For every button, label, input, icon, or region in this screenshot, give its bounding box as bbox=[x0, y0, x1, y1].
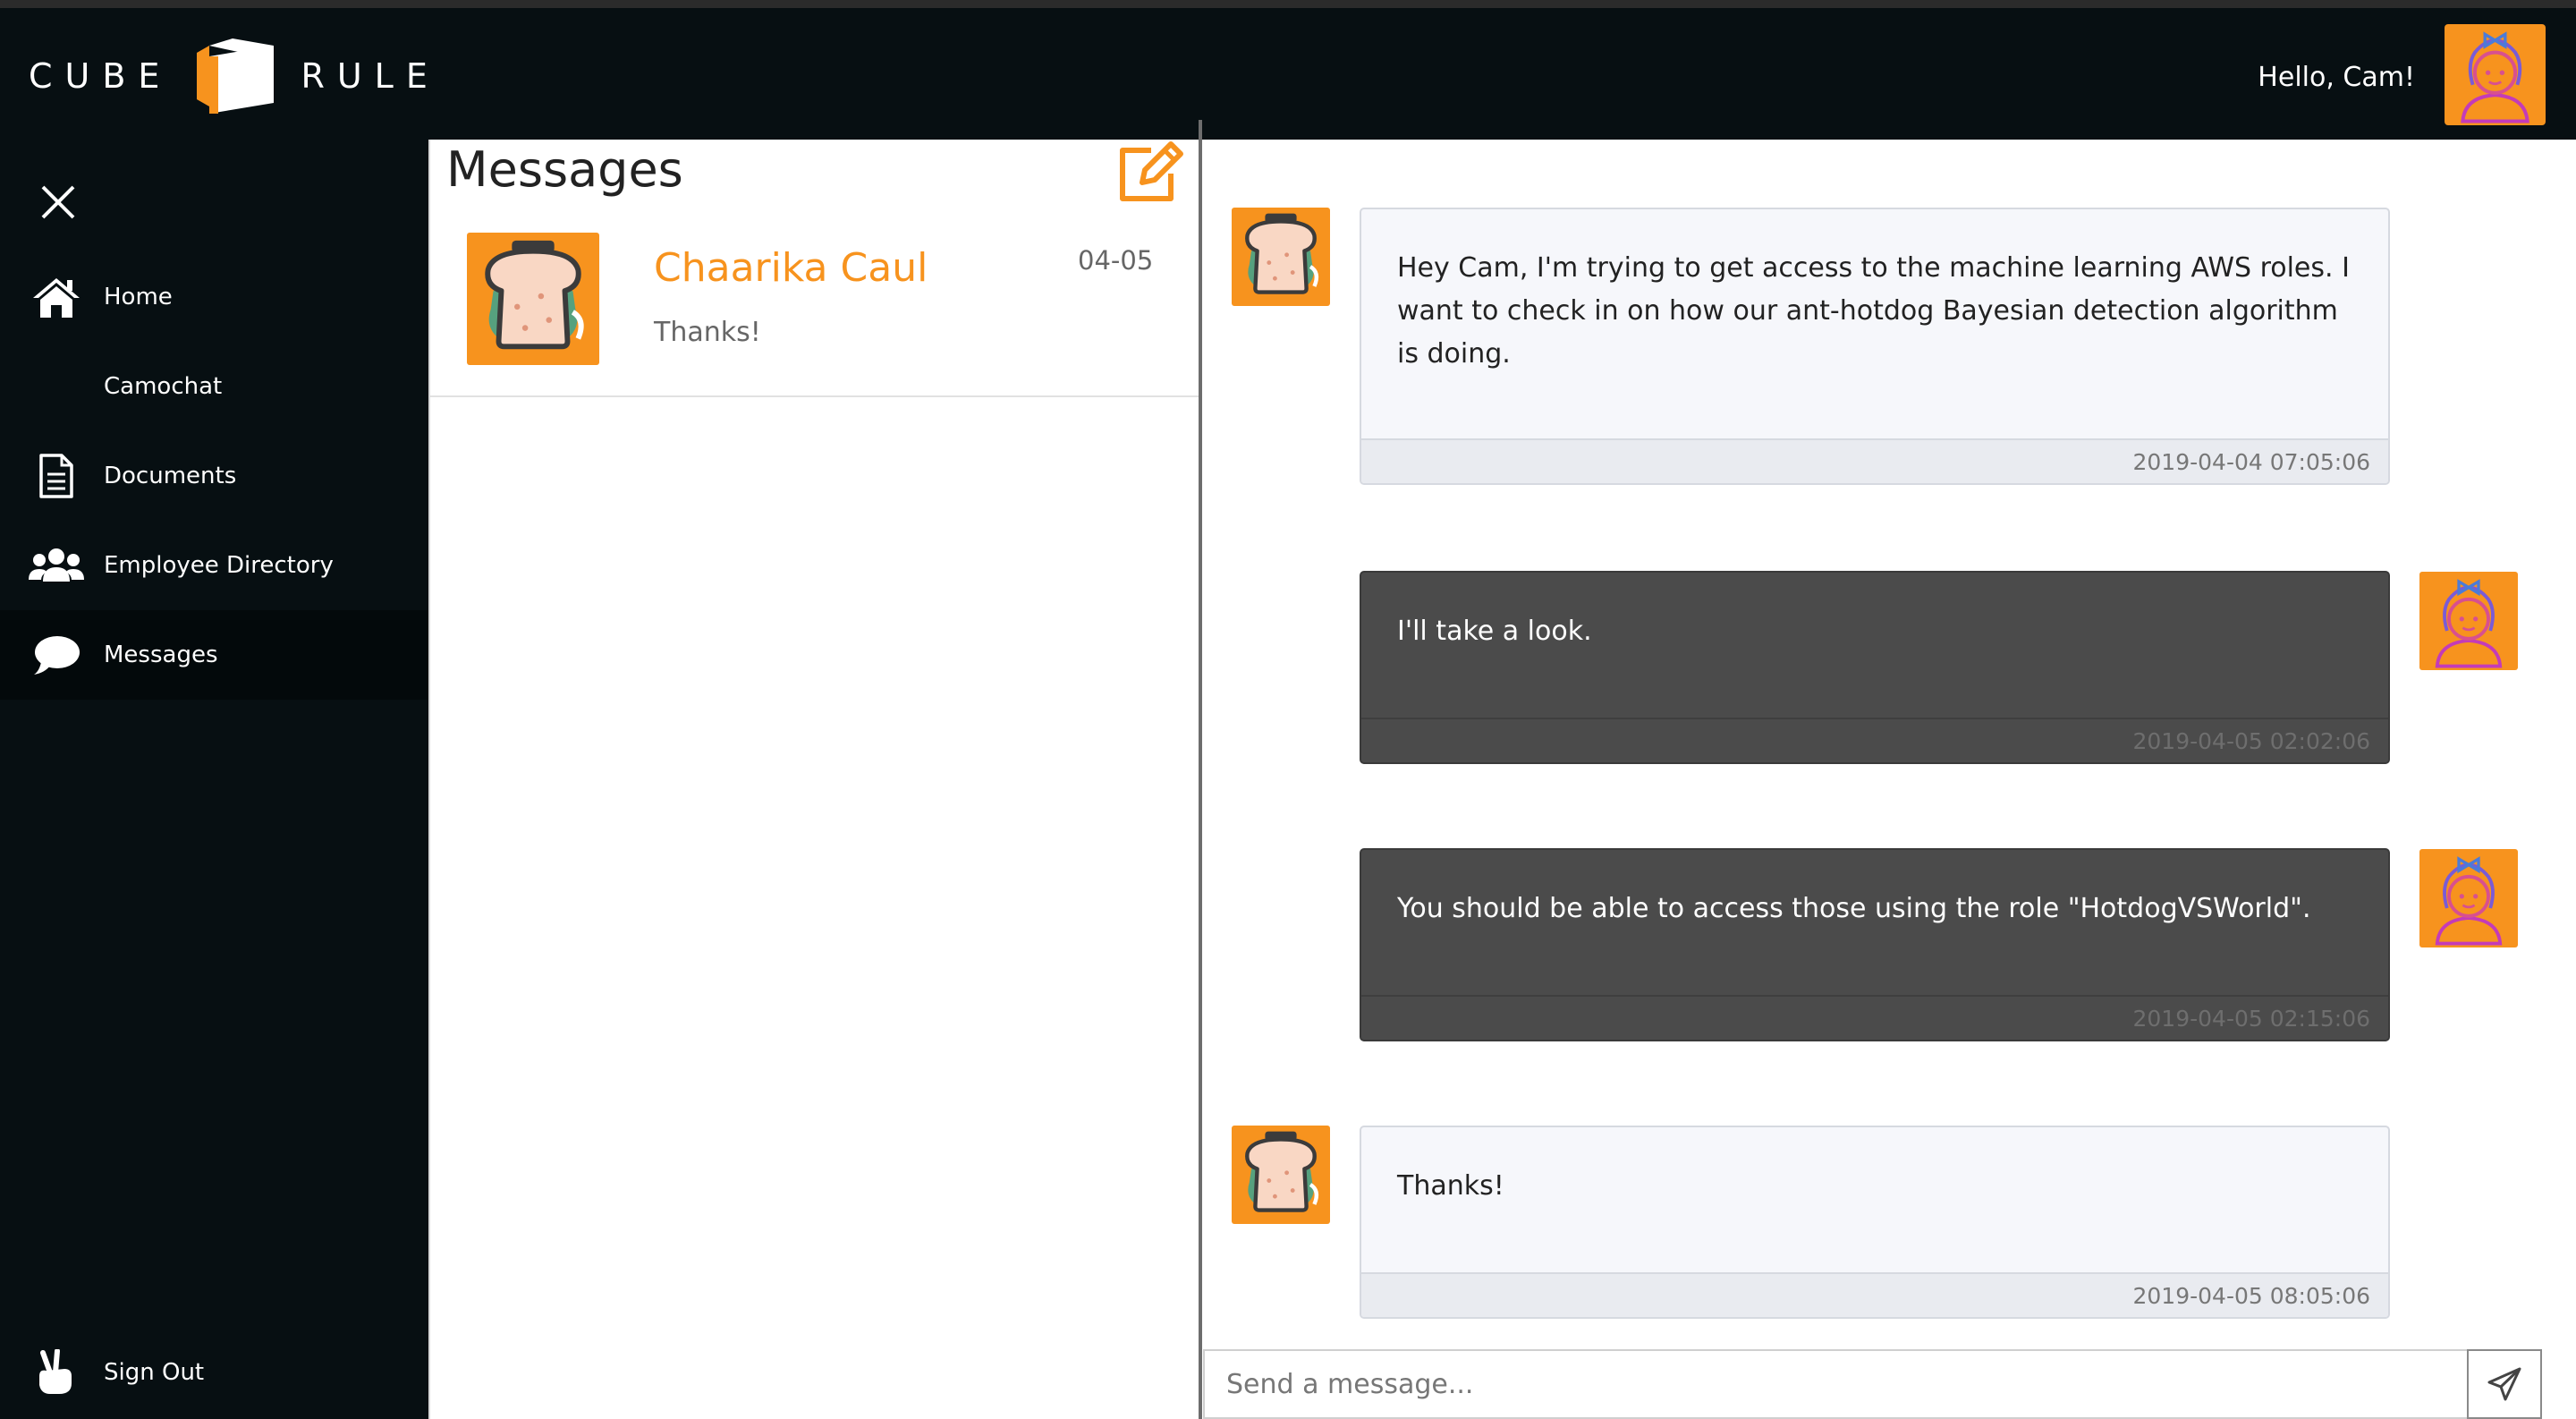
cube-logo-icon bbox=[197, 38, 275, 114]
chat-panel: Hey Cam, I'm trying to get access to the… bbox=[1202, 140, 2576, 1419]
toast-avatar-icon bbox=[467, 233, 599, 365]
sender-avatar bbox=[1232, 208, 1330, 306]
top-bar: CUBE RULE Hello, Cam! bbox=[0, 8, 2576, 140]
conversation-preview: Thanks! bbox=[654, 317, 761, 348]
message-timestamp: 2019-04-05 08:05:06 bbox=[1361, 1272, 2388, 1317]
sidebar-item-label: Documents bbox=[104, 463, 237, 489]
sidebar-item-home[interactable]: Home bbox=[0, 252, 428, 342]
sign-out-button[interactable]: Sign Out bbox=[0, 1328, 428, 1417]
user-message-avatar bbox=[2419, 849, 2518, 947]
close-sidebar-button[interactable] bbox=[36, 180, 80, 225]
sign-out-label: Sign Out bbox=[104, 1359, 205, 1386]
brand-logo[interactable]: CUBE RULE bbox=[29, 38, 440, 114]
close-icon bbox=[41, 185, 75, 219]
girl-avatar-icon bbox=[2419, 849, 2518, 947]
paper-plane-icon bbox=[2487, 1367, 2521, 1401]
page-title: Messages bbox=[446, 141, 683, 198]
messages-list-panel: Messages Chaarika Caul 04-05 Thanks! bbox=[428, 140, 1199, 1419]
message-timestamp: 2019-04-05 02:15:06 bbox=[1361, 995, 2388, 1040]
brand-right-word: RULE bbox=[301, 56, 440, 96]
girl-avatar-icon bbox=[2419, 572, 2518, 670]
message-text: I'll take a look. bbox=[1397, 616, 1592, 647]
message-text: You should be able to access those using… bbox=[1397, 893, 2311, 924]
window-top-strip bbox=[0, 0, 2576, 8]
sender-avatar bbox=[1232, 1126, 1330, 1224]
edit-icon bbox=[1120, 141, 1183, 201]
compose-message-button[interactable] bbox=[1115, 140, 1187, 204]
user-greeting: Hello, Cam! bbox=[2258, 62, 2415, 93]
toast-avatar-icon bbox=[1232, 1126, 1330, 1224]
message-bubble-outgoing: I'll take a look. 2019-04-05 02:02:06 bbox=[1360, 571, 2390, 764]
toast-avatar-icon bbox=[1232, 208, 1330, 306]
user-message-avatar bbox=[2419, 572, 2518, 670]
sidebar-item-label: Employee Directory bbox=[104, 552, 334, 579]
sidebar: Home Camochat Documents Employee Directo… bbox=[0, 140, 428, 1419]
message-bubble-incoming: Hey Cam, I'm trying to get access to the… bbox=[1360, 208, 2390, 485]
conversation-name: Chaarika Caul bbox=[654, 245, 928, 291]
message-text: Thanks! bbox=[1397, 1170, 1504, 1202]
message-bubble-incoming: Thanks! 2019-04-05 08:05:06 bbox=[1360, 1126, 2390, 1319]
message-input[interactable] bbox=[1205, 1351, 2467, 1417]
sidebar-item-label: Camochat bbox=[104, 373, 223, 400]
sidebar-item-label: Home bbox=[104, 284, 173, 310]
conversation-date: 04-05 bbox=[1078, 245, 1154, 276]
document-icon bbox=[29, 451, 84, 501]
message-text: Hey Cam, I'm trying to get access to the… bbox=[1397, 252, 2350, 370]
message-timestamp: 2019-04-05 02:02:06 bbox=[1361, 718, 2388, 762]
sidebar-item-documents[interactable]: Documents bbox=[0, 431, 428, 521]
users-icon bbox=[29, 540, 84, 591]
send-button[interactable] bbox=[2467, 1349, 2542, 1419]
message-composer bbox=[1203, 1349, 2469, 1419]
peace-hand-icon bbox=[29, 1347, 84, 1398]
sidebar-item-camochat[interactable]: Camochat bbox=[0, 342, 428, 431]
brand-left-word: CUBE bbox=[29, 56, 173, 96]
user-avatar[interactable] bbox=[2445, 24, 2546, 125]
sidebar-item-label: Messages bbox=[104, 642, 218, 668]
chat-bubble-icon bbox=[29, 630, 84, 680]
girl-avatar-icon bbox=[2445, 24, 2546, 125]
message-timestamp: 2019-04-04 07:05:06 bbox=[1361, 438, 2388, 483]
sidebar-item-employee-directory[interactable]: Employee Directory bbox=[0, 521, 428, 610]
sidebar-item-messages[interactable]: Messages bbox=[0, 610, 428, 700]
conversation-list-item[interactable]: Chaarika Caul 04-05 Thanks! bbox=[430, 218, 1199, 397]
message-bubble-outgoing: You should be able to access those using… bbox=[1360, 848, 2390, 1041]
home-icon bbox=[29, 272, 84, 322]
avatar bbox=[467, 233, 599, 365]
